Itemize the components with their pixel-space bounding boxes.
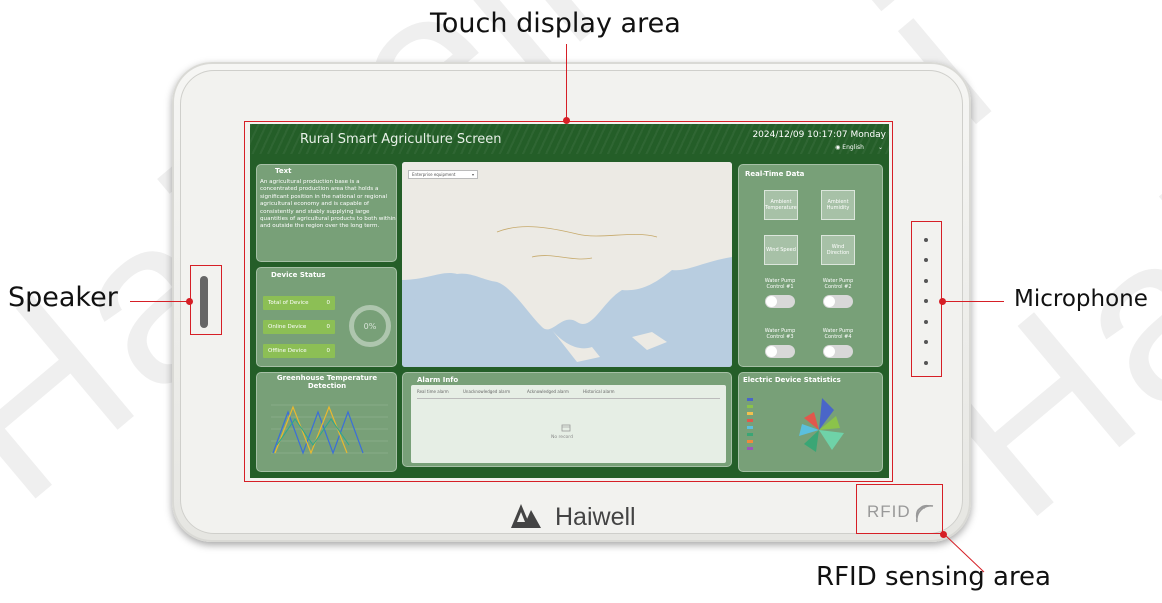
brand-logo: Haiwell: [511, 500, 636, 534]
callout-rfid: RFID sensing area: [816, 562, 1051, 592]
callout-speaker: Speaker: [8, 282, 118, 313]
microphone-highlight: [911, 221, 942, 377]
touch-display-highlight: [244, 121, 893, 482]
product-diagram: Haiwell Hai Hai Haiwell RFID Rural Smart…: [0, 0, 1162, 603]
callout-touch-display: Touch display area: [430, 8, 681, 39]
haiwell-logo-icon: [511, 504, 541, 528]
speaker-highlight: [190, 265, 222, 335]
brand-name: Haiwell: [555, 502, 636, 531]
callout-microphone: Microphone: [1014, 286, 1148, 312]
rfid-highlight: [856, 484, 943, 534]
